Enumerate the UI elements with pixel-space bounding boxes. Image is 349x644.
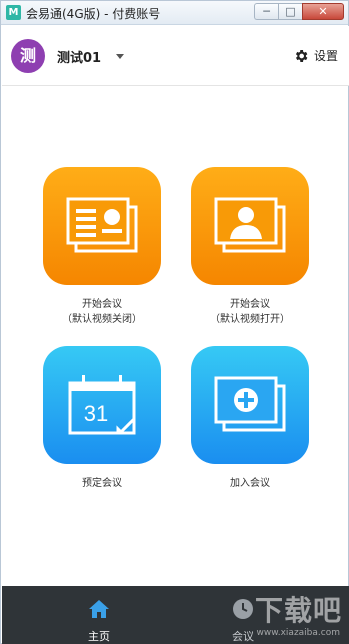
gear-icon — [295, 49, 308, 62]
window-title: 会易通(4G版) - 付费账号 — [26, 7, 161, 21]
tile-label-line1: 开始会议 — [82, 299, 122, 310]
presentation-icon — [66, 197, 138, 253]
tile-label: 开始会议 （默认视频关闭） — [43, 297, 161, 327]
nav-item-home[interactable]: 主页 — [69, 586, 129, 644]
minimize-button[interactable]: ─ — [254, 3, 278, 20]
close-button[interactable]: ✕ — [302, 3, 344, 20]
tile-label-line1: 开始会议 — [230, 299, 270, 310]
schedule-meeting-tile[interactable]: 31 预定会议 — [43, 346, 161, 491]
tile-label-line1: 预定会议 — [82, 478, 122, 489]
calendar-icon: 31 — [68, 375, 136, 435]
title-bar[interactable]: M 会易通(4G版) - 付费账号 ─ □ ✕ — [1, 1, 348, 25]
app-logo-icon: M — [6, 5, 21, 20]
schedule-meeting-button[interactable]: 31 — [43, 346, 161, 464]
maximize-button[interactable]: □ — [278, 3, 302, 20]
join-plus-icon — [214, 376, 286, 432]
start-meeting-video-on-button[interactable] — [191, 167, 309, 285]
app-header: 测 测试01 设置 — [2, 26, 349, 86]
window-controls: ─ □ ✕ — [254, 3, 344, 21]
tile-label-line1: 加入会议 — [230, 478, 270, 489]
home-icon — [89, 600, 109, 618]
tile-label-line2: （默认视频打开） — [210, 314, 290, 325]
start-meeting-video-on-tile[interactable]: 开始会议 （默认视频打开） — [191, 167, 309, 327]
tile-label: 加入会议 — [191, 476, 309, 491]
calendar-day: 31 — [84, 401, 108, 426]
user-name[interactable]: 测试01 — [57, 47, 101, 66]
tile-label: 开始会议 （默认视频打开） — [191, 297, 309, 327]
settings-label: 设置 — [313, 49, 338, 63]
watermark-logo: 下载吧 — [254, 594, 342, 627]
nav-label-home: 主页 — [88, 630, 110, 643]
app-window: M 会易通(4G版) - 付费账号 ─ □ ✕ 测 测试01 设置 开始会议 （… — [0, 0, 349, 644]
join-meeting-tile[interactable]: 加入会议 — [191, 346, 309, 491]
start-meeting-video-off-tile[interactable]: 开始会议 （默认视频关闭） — [43, 167, 161, 327]
avatar[interactable]: 测 — [11, 39, 45, 73]
watermark-url: www.xiazaiba.com — [256, 628, 340, 638]
video-person-icon — [214, 197, 286, 253]
clock-icon — [233, 599, 253, 619]
join-meeting-button[interactable] — [191, 346, 309, 464]
tile-label: 预定会议 — [43, 476, 161, 491]
chevron-down-icon[interactable] — [116, 54, 124, 59]
start-meeting-video-off-button[interactable] — [43, 167, 161, 285]
tile-label-line2: （默认视频关闭） — [62, 314, 142, 325]
settings-button[interactable]: 设置 — [293, 47, 338, 64]
